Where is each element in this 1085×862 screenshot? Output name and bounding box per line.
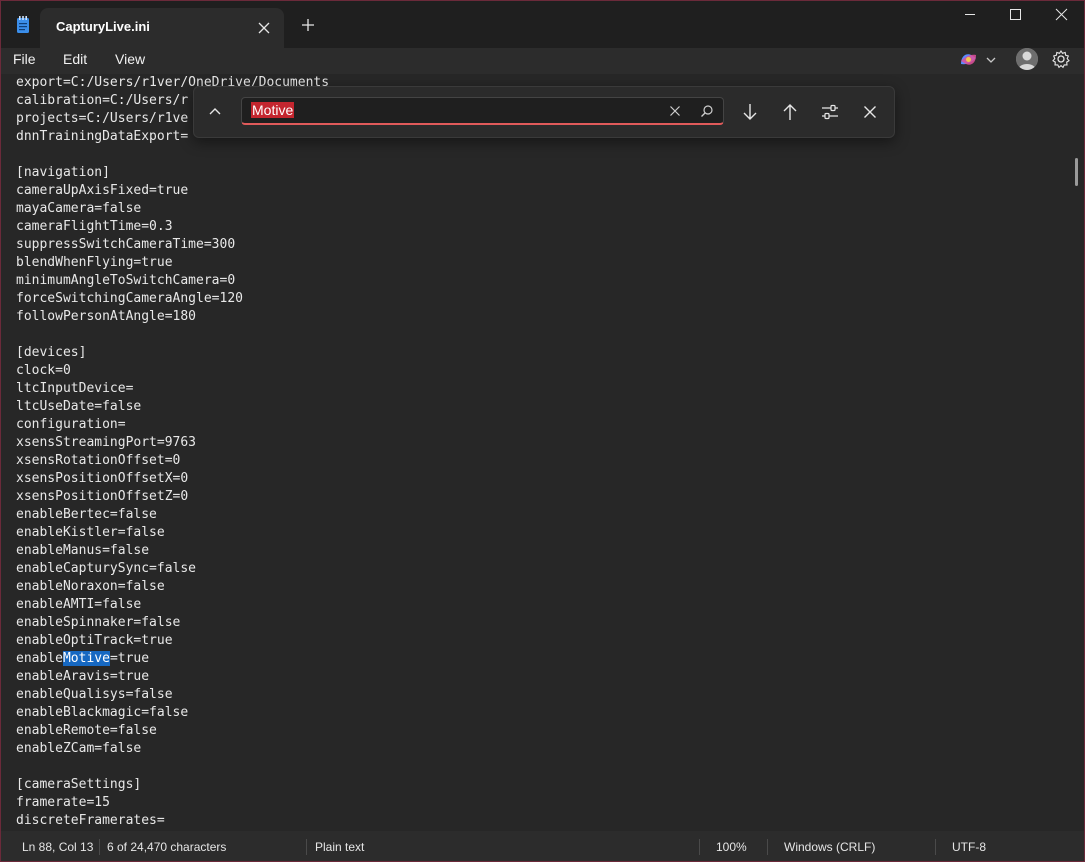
editor-line: cameraUpAxisFixed=true	[16, 183, 189, 198]
editor-line: enableMotive=true	[16, 650, 329, 668]
status-divider	[767, 839, 768, 855]
editor-line: minimumAngleToSwitchCamera=0	[16, 273, 236, 288]
close-find-bar-icon[interactable]	[855, 97, 885, 127]
cursor-position: Ln 88, Col 13	[22, 840, 94, 854]
editor-line: enableZCam=false	[16, 741, 142, 756]
editor-line: enableOptiTrack=true	[16, 633, 173, 648]
editor-line: enableBlackmagic=false	[16, 705, 189, 720]
status-divider	[306, 839, 307, 855]
editor-line: enableAMTI=false	[16, 597, 142, 612]
text-editor-area[interactable]: export=C:/Users/r1ver/OneDrive/Documents…	[0, 74, 1085, 831]
editor-line: enableBertec=false	[16, 507, 157, 522]
find-query-text: Motive	[251, 102, 295, 118]
status-bar: Ln 88, Col 13 6 of 24,470 characters Pla…	[0, 831, 1085, 862]
editor-line: [devices]	[16, 345, 87, 360]
editor-line: cameraFlightTime=0.3	[16, 219, 173, 234]
copilot-icon[interactable]	[958, 49, 998, 71]
editor-lines: export=C:/Users/r1ver/OneDrive/Documents…	[16, 74, 329, 830]
editor-line: enableQualisys=false	[16, 687, 173, 702]
editor-line: [cameraSettings]	[16, 777, 142, 792]
settings-gear-icon[interactable]	[1051, 49, 1071, 69]
status-divider	[99, 839, 100, 855]
status-divider	[935, 839, 936, 855]
vertical-scrollbar-thumb[interactable]	[1075, 158, 1078, 186]
file-format[interactable]: Plain text	[315, 840, 364, 854]
editor-line: enableNoraxon=false	[16, 579, 165, 594]
editor-line: forceSwitchingCameraAngle=120	[16, 291, 243, 306]
line-ending[interactable]: Windows (CRLF)	[784, 840, 875, 854]
search-match-highlight: Motive	[62, 651, 110, 666]
search-options-sliders-icon[interactable]	[815, 97, 845, 127]
editor-line: enableKistler=false	[16, 525, 165, 540]
notepad-app-icon	[17, 16, 29, 33]
editor-line: enableRemote=false	[16, 723, 157, 738]
editor-line: enableSpinnaker=false	[16, 615, 181, 630]
line-text: =true	[109, 651, 150, 666]
editor-line: xsensPositionOffsetX=0	[16, 471, 189, 486]
editor-line: discreteFramerates=	[16, 813, 165, 828]
editor-line: ltcUseDate=false	[16, 399, 142, 414]
editor-line: xsensStreamingPort=9763	[16, 435, 197, 450]
find-bar: Motive	[193, 86, 895, 138]
editor-line: mayaCamera=false	[16, 201, 142, 216]
find-next-arrow-down-icon[interactable]	[735, 97, 765, 127]
editor-line: framerate=15	[16, 795, 110, 810]
editor-line: blendWhenFlying=true	[16, 255, 173, 270]
encoding[interactable]: UTF-8	[952, 840, 986, 854]
tab-title: CapturyLive.ini	[56, 19, 150, 34]
editor-line: [navigation]	[16, 165, 110, 180]
editor-line: xsensRotationOffset=0	[16, 453, 181, 468]
close-tab-icon[interactable]	[252, 16, 276, 40]
menu-file[interactable]: File	[13, 51, 36, 67]
avatar-person-icon	[1016, 48, 1038, 70]
selection-count: 6 of 24,470 characters	[107, 840, 227, 854]
editor-line: clock=0	[16, 363, 71, 378]
tab-capturylive-ini[interactable]: CapturyLive.ini	[40, 8, 284, 48]
collapse-replace-chevron-up-icon[interactable]	[200, 97, 230, 127]
editor-line: enableCapturySync=false	[16, 561, 197, 576]
menu-edit[interactable]: Edit	[63, 51, 87, 67]
editor-line: followPersonAtAngle=180	[16, 309, 197, 324]
editor-line: ltcInputDevice=	[16, 381, 134, 396]
editor-line: enableManus=false	[16, 543, 150, 558]
editor-line: configuration=	[16, 417, 126, 432]
find-previous-arrow-up-icon[interactable]	[775, 97, 805, 127]
clear-search-icon[interactable]	[667, 103, 683, 119]
menu-bar: File Edit View	[0, 48, 1085, 74]
editor-line: enableAravis=true	[16, 669, 150, 684]
minimize-button[interactable]	[947, 0, 993, 32]
status-divider	[699, 839, 700, 855]
close-window-button[interactable]	[1039, 0, 1085, 32]
maximize-button[interactable]	[993, 0, 1039, 32]
find-input[interactable]: Motive	[241, 97, 724, 125]
editor-line: suppressSwitchCameraTime=300	[16, 237, 236, 252]
title-bar: CapturyLive.ini	[0, 0, 1085, 48]
line-text: enable	[16, 651, 63, 666]
search-icon[interactable]	[699, 103, 715, 119]
account-avatar[interactable]	[1016, 48, 1038, 70]
new-tab-plus-icon[interactable]	[296, 13, 320, 37]
menu-view[interactable]: View	[115, 51, 145, 67]
editor-line: xsensPositionOffsetZ=0	[16, 489, 189, 504]
zoom-level[interactable]: 100%	[716, 840, 747, 854]
